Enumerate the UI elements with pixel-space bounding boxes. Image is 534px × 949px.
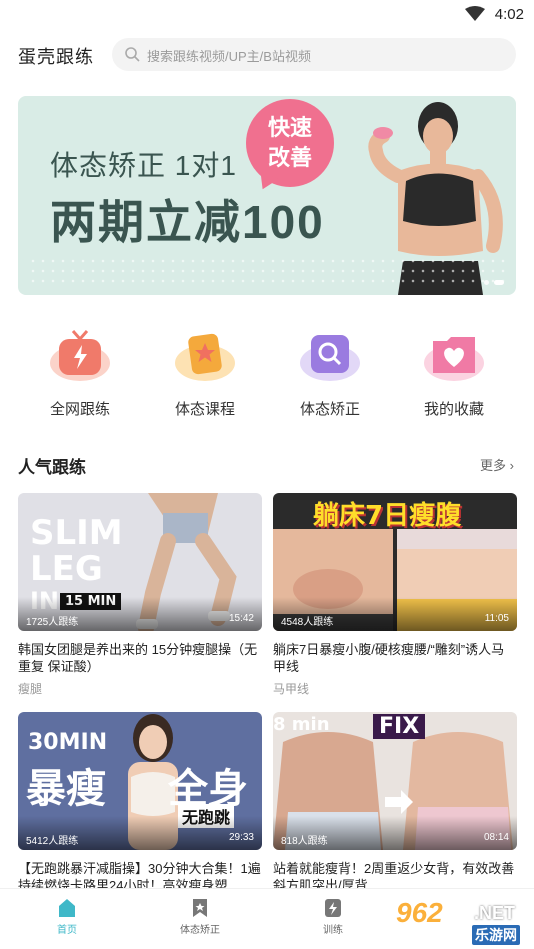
carousel-indicator-active [494,280,504,285]
watermark-net: .NET [474,903,516,923]
tab-label: 体态矫正 [180,925,220,936]
tab-posture-correction[interactable]: 体态矫正 [160,897,240,936]
view-count: 4548人跟练 [281,617,334,628]
wifi-icon [465,6,485,21]
nav-posture-correction[interactable]: 体态矫正 [280,325,380,425]
thumb-caption: LEG [30,549,103,589]
app-title: 蛋壳跟练 [18,47,94,67]
view-count: 5412人跟练 [26,836,79,847]
status-time: 4:02 [494,6,524,23]
video-duration: 08:14 [483,832,509,843]
tab-training[interactable]: 训练 [293,897,373,936]
more-link[interactable]: 更多 › [480,455,514,474]
video-thumbnail: 躺床7日瘦腹 4548人跟练 11:05 [273,493,517,631]
video-tag: 瘦腿 [18,682,43,696]
video-tag: 马甲线 [273,682,310,696]
tab-label: 首页 [57,925,77,936]
search-screen-icon [300,335,360,381]
heart-folder-icon [424,337,484,381]
lightning-tv-icon [50,330,110,381]
banner-line-2: 两期立减100 [50,196,325,248]
section-title: 人气跟练 [18,458,86,477]
view-count: 818人跟练 [281,836,328,847]
video-duration: 15:42 [228,613,254,624]
watermark-site: 乐游网 [472,925,520,945]
promo-banner[interactable]: 快速 改善 体态矫正 1对1 两期立减100 [18,96,516,295]
search-icon [125,47,140,62]
more-label: 更多 [480,458,507,473]
video-title: 韩国女团腿是养出来的 15分钟瘦腿操（无重复 保证酸） [18,642,258,674]
nav-posture-course[interactable]: 体态课程 [155,325,255,425]
carousel-indicator [484,280,489,285]
watermark-number: 962 [396,897,443,928]
tab-label: 训练 [323,925,343,936]
banner-dots-pattern [28,256,508,286]
thumb-caption: 暴瘦 [26,766,106,812]
thumb-caption: SLIM [30,513,123,553]
search-placeholder: 搜索跟练视频/UP主/B站视频 [147,49,311,64]
nav-my-favorites[interactable]: 我的收藏 [404,325,504,425]
site-watermark: 962 .NET 乐游网 [396,897,534,945]
banner-line-1: 体态矫正 1对1 [50,150,237,181]
nav-label: 全网跟练 [49,401,110,418]
star-card-icon [175,333,235,381]
bookmark-icon [193,899,207,917]
video-duration: 11:05 [484,613,509,624]
nav-all-follow[interactable]: 全网跟练 [30,325,130,425]
nav-label: 体态课程 [174,401,235,418]
thumb-caption: 躺床7日瘦腹 [313,501,462,531]
tab-home[interactable]: 首页 [27,897,107,936]
video-thumbnail: 8 min FIX 818人跟练 08:14 [273,712,517,850]
video-title: 躺床7日暴瘦小腹/硬核瘦腰/“雕刻”诱人马甲线 [273,642,505,674]
home-icon [59,899,75,917]
lightning-icon [325,899,341,917]
video-thumbnail: SLIM LEG IN 15 MIN 1725人跟练 15:42 [18,493,262,631]
status-bar: 4:02 [0,0,534,30]
thumb-caption: FIX [373,714,426,739]
badge-line-1: 快速 [267,115,312,140]
chevron-right-icon: › [509,458,514,473]
thumb-caption: 30MIN [28,730,108,755]
nav-label: 体态矫正 [299,401,360,418]
nav-label: 我的收藏 [423,401,484,418]
video-thumbnail: 30MIN 暴瘦 全身 无跑跳 5412人跟练 29:33 [18,712,262,850]
view-count: 1725人跟练 [26,617,79,628]
badge-line-2: 改善 [267,145,312,170]
search-bar[interactable]: 搜索跟练视频/UP主/B站视频 [112,38,516,71]
thumb-caption: 8 min [273,714,330,735]
video-duration: 29:33 [228,832,254,843]
